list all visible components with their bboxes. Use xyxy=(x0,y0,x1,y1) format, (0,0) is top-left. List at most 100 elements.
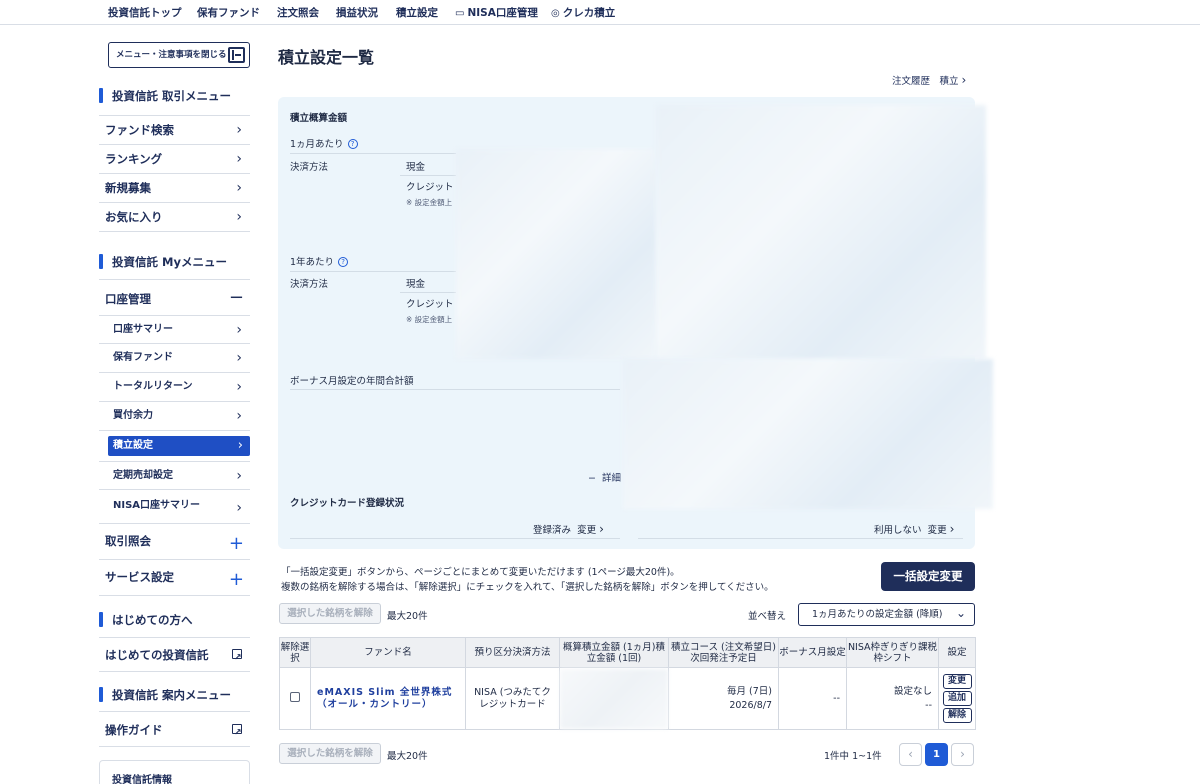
divider xyxy=(99,711,250,712)
nav-held-funds[interactable]: 保有ファンド xyxy=(197,5,260,20)
unselect-button-bottom[interactable]: 選択した銘柄を解除 xyxy=(279,743,381,764)
nav-credit-reserve[interactable]: ◎ クレカ積立 xyxy=(551,5,615,20)
add-button[interactable]: 追加 xyxy=(942,691,972,706)
nav-order-inquiry[interactable]: 注文照会 xyxy=(277,5,319,20)
sidebar-item-fund-search[interactable]: ファンド検索 › xyxy=(99,116,250,145)
unselect-checkbox[interactable] xyxy=(290,692,300,702)
cancel-button[interactable]: 解除 xyxy=(942,708,972,723)
sidebar-item-trade-inquiry[interactable]: 取引照会 + xyxy=(99,524,250,560)
external-link-icon xyxy=(232,643,242,673)
divider xyxy=(99,279,250,280)
sidebar-item-label: トータルリターン xyxy=(113,381,193,392)
chevron-right-icon: › xyxy=(236,151,242,167)
trade-menu-title: 投資信託 取引メニュー xyxy=(99,88,250,104)
chevron-right-icon: › xyxy=(236,350,242,366)
page-1-button[interactable]: 1 xyxy=(925,743,948,766)
page-title: 積立設定一覧 xyxy=(278,48,375,67)
divider xyxy=(290,271,456,272)
sidebar-item-account[interactable]: 口座管理 − xyxy=(99,285,250,314)
nisa-shift-cell: 設定なし -- xyxy=(846,667,939,730)
chevron-right-icon: › xyxy=(237,438,243,453)
fund-name-link[interactable]: eMAXIS Slim 全世界株式（オール・カントリー） xyxy=(311,687,465,711)
amount-cell xyxy=(559,667,669,730)
help-icon[interactable]: ? xyxy=(338,257,349,267)
next-order-date: 2026/8/7 xyxy=(729,699,772,711)
unselect-button[interactable]: 選択した銘柄を解除 xyxy=(279,603,381,624)
chevron-right-icon: › xyxy=(236,408,242,424)
card-change-link[interactable]: 変更 xyxy=(577,525,596,536)
detail-toggle[interactable]: − 詳細 xyxy=(588,470,621,484)
sidebar-item-total-return[interactable]: トータルリターン › xyxy=(99,373,250,402)
instruction-line-1: 「一括設定変更」ボタンから、ページごとにまとめて変更いただけます (1ページ最大… xyxy=(281,567,680,578)
payment-method-label: 決済方法 xyxy=(290,162,329,173)
sidebar-item-periodic-sell[interactable]: 定期売却設定 › xyxy=(99,461,250,490)
sidebar-item-service-settings[interactable]: サービス設定 + xyxy=(99,560,250,596)
fund-info-box[interactable]: 投資信託情報 xyxy=(99,760,250,784)
chevron-right-icon: › xyxy=(949,522,955,536)
external-link-icon xyxy=(232,718,242,748)
divider xyxy=(290,153,456,154)
chevron-right-icon: › xyxy=(599,522,604,536)
divider xyxy=(400,175,456,176)
bulk-change-button[interactable]: 一括設定変更 xyxy=(881,562,975,591)
plus-icon: + xyxy=(228,533,244,554)
chevron-right-icon: › xyxy=(236,122,242,138)
sidebar-item-label: 口座サマリー xyxy=(113,324,173,335)
card-status-unused: 利用しない 変更 › xyxy=(874,522,954,536)
sidebar-item-ranking[interactable]: ランキング › xyxy=(99,145,250,174)
divider xyxy=(400,292,456,293)
divider xyxy=(290,389,620,390)
header-text: 解除選択 xyxy=(280,641,310,664)
card-status-title: クレジットカード登録状況 xyxy=(290,498,405,509)
operation-guide-link[interactable]: 操作ガイド xyxy=(99,715,250,748)
sidebar-item-buying-power[interactable]: 買付余力 › xyxy=(99,402,250,431)
sidebar-item-held-funds[interactable]: 保有ファンド › xyxy=(99,344,250,373)
sidebar-item-nisa-summary[interactable]: NISA口座サマリー › xyxy=(99,490,250,524)
order-history-link[interactable]: 注文履歴 積立 › xyxy=(892,73,966,87)
collapse-icon xyxy=(228,47,245,63)
sidebar-item-label: ファンド検索 xyxy=(105,123,174,137)
card-change-link[interactable]: 変更 xyxy=(928,525,947,536)
col-unselect: 解除選択 xyxy=(279,637,311,668)
table-header-row: 解除選択 ファンド名 預り区分決済方法 概算積立金額 (1ヵ月)積立金額 (1回… xyxy=(279,637,976,668)
col-account: 預り区分決済方法 xyxy=(465,637,560,668)
chevron-right-icon: › xyxy=(236,322,242,338)
course-cell: 毎月 (7日) 2026/8/7 xyxy=(668,667,779,730)
divider xyxy=(99,637,250,638)
col-fund-name: ファンド名 xyxy=(310,637,466,668)
reserve-table: 解除選択 ファンド名 預り区分決済方法 概算積立金額 (1ヵ月)積立金額 (1回… xyxy=(279,637,976,730)
sidebar-item-label: 口座管理 xyxy=(105,292,151,306)
sidebar-item-account-summary[interactable]: 口座サマリー › xyxy=(99,315,250,344)
next-page-button[interactable]: › xyxy=(951,743,974,766)
beginner-link[interactable]: はじめての投資信託 xyxy=(99,640,250,673)
col-course: 積立コース (注文希望日)次回発注予定日 xyxy=(668,637,779,668)
amount-note: ※ 設定金額上 xyxy=(406,315,453,324)
nav-nisa-account[interactable]: ▭ NISA口座管理 xyxy=(455,5,538,20)
nav-fund-top[interactable]: 投資信託トップ xyxy=(108,5,182,20)
plus-icon: + xyxy=(228,569,244,590)
sidebar-item-label: 積立設定 xyxy=(113,440,153,451)
sidebar-item-reserve-settings[interactable]: 積立設定 › xyxy=(108,436,250,456)
close-menu-button[interactable]: メニュー・注意事項を閉じる xyxy=(108,42,250,68)
chevron-right-icon: › xyxy=(236,180,242,196)
pagination-summary: 1件中 1~1件 xyxy=(824,751,882,762)
sidebar-item-new-offering[interactable]: 新規募集 › xyxy=(99,174,250,203)
nisa-shift-value: 設定なし xyxy=(893,685,932,697)
summary-panel: 積立概算金額 1ヵ月あたり? 決済方法 現金 クレジット ※ 設定金額上 1年あ… xyxy=(278,97,993,549)
sort-select[interactable]: 1ヵ月あたりの設定金額 (降順) ⌄ xyxy=(798,603,975,626)
top-nav: 投資信託トップ 保有ファンド 注文照会 損益状況 積立設定 ▭ NISA口座管理 … xyxy=(0,0,1200,25)
card-status-text: 利用しない xyxy=(874,525,922,536)
change-button[interactable]: 変更 xyxy=(942,674,972,689)
card-icon: ▭ xyxy=(455,8,465,19)
beginner-title: はじめての方へ xyxy=(99,612,250,628)
sidebar-item-favorites[interactable]: お気に入り › xyxy=(99,203,250,232)
nav-reserve-settings[interactable]: 積立設定 xyxy=(396,5,438,20)
prev-page-button[interactable]: ‹ xyxy=(899,743,922,766)
nav-profit-loss[interactable]: 損益状況 xyxy=(336,5,378,20)
max-count-label: 最大20件 xyxy=(387,751,428,762)
help-icon[interactable]: ? xyxy=(347,139,358,149)
account-cell: NISA (つみたてクレジットカード xyxy=(465,667,560,730)
credit-label: クレジット xyxy=(406,299,454,310)
sidebar-item-label: 操作ガイド xyxy=(105,723,163,737)
per-month-label: 1ヵ月あたり? xyxy=(290,136,358,150)
